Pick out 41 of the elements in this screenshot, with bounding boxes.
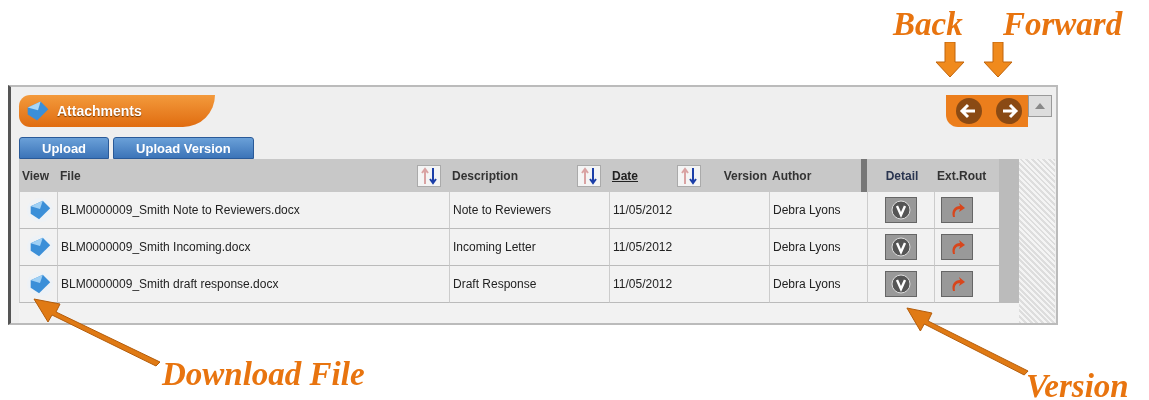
version-detail-button[interactable] [885, 234, 917, 260]
column-header: Version [709, 159, 769, 192]
sort-icon[interactable] [677, 164, 701, 187]
callout-arrow [983, 42, 1013, 78]
description-cell: Note to Reviewers [449, 192, 609, 229]
date-cell: 11/05/2012 [609, 229, 769, 266]
v-circle-icon [891, 237, 911, 257]
file-name-cell[interactable]: BLM0000009_Smith draft response.docx [57, 266, 449, 303]
file-name-cell[interactable]: BLM0000009_Smith Note to Reviewers.docx [57, 192, 449, 229]
callout-label: Forward [1003, 6, 1123, 43]
callout-label: Download File [162, 356, 365, 393]
v-circle-icon [891, 200, 911, 220]
column-header: Description [449, 159, 569, 192]
column-header: File [57, 159, 409, 192]
version-detail-button[interactable] [885, 271, 917, 297]
sort-icon[interactable] [417, 164, 441, 187]
callout-label: Version [1026, 368, 1129, 400]
description-cell: Incoming Letter [449, 229, 609, 266]
callout-arrow [935, 42, 965, 78]
author-cell: Debra Lyons [769, 192, 861, 229]
version-detail-button[interactable] [885, 197, 917, 223]
author-cell: Debra Lyons [769, 229, 861, 266]
date-cell: 11/05/2012 [609, 266, 769, 303]
column-header: Ext.Rout [934, 159, 999, 192]
description-cell: Draft Response [449, 266, 609, 303]
column-header: Detail [867, 159, 934, 192]
upload-button[interactable]: Upload [19, 137, 110, 159]
column-header[interactable]: Date [609, 159, 669, 192]
scroll-up-button[interactable] [1028, 95, 1052, 117]
file-name-cell[interactable]: BLM0000009_Smith Incoming.docx [57, 229, 449, 266]
date-cell: 11/05/2012 [609, 192, 769, 229]
column-header: Author [769, 159, 861, 192]
v-circle-icon [891, 274, 911, 294]
document-gem-icon [25, 99, 51, 123]
author-cell: Debra Lyons [769, 266, 861, 303]
triangle-up-icon [1035, 103, 1045, 109]
panel-title: Attachments [57, 103, 142, 119]
callout-label: Back [893, 6, 963, 43]
sort-icon[interactable] [577, 164, 601, 187]
upload-button[interactable]: Upload Version [113, 137, 254, 159]
column-header: View [19, 159, 57, 192]
